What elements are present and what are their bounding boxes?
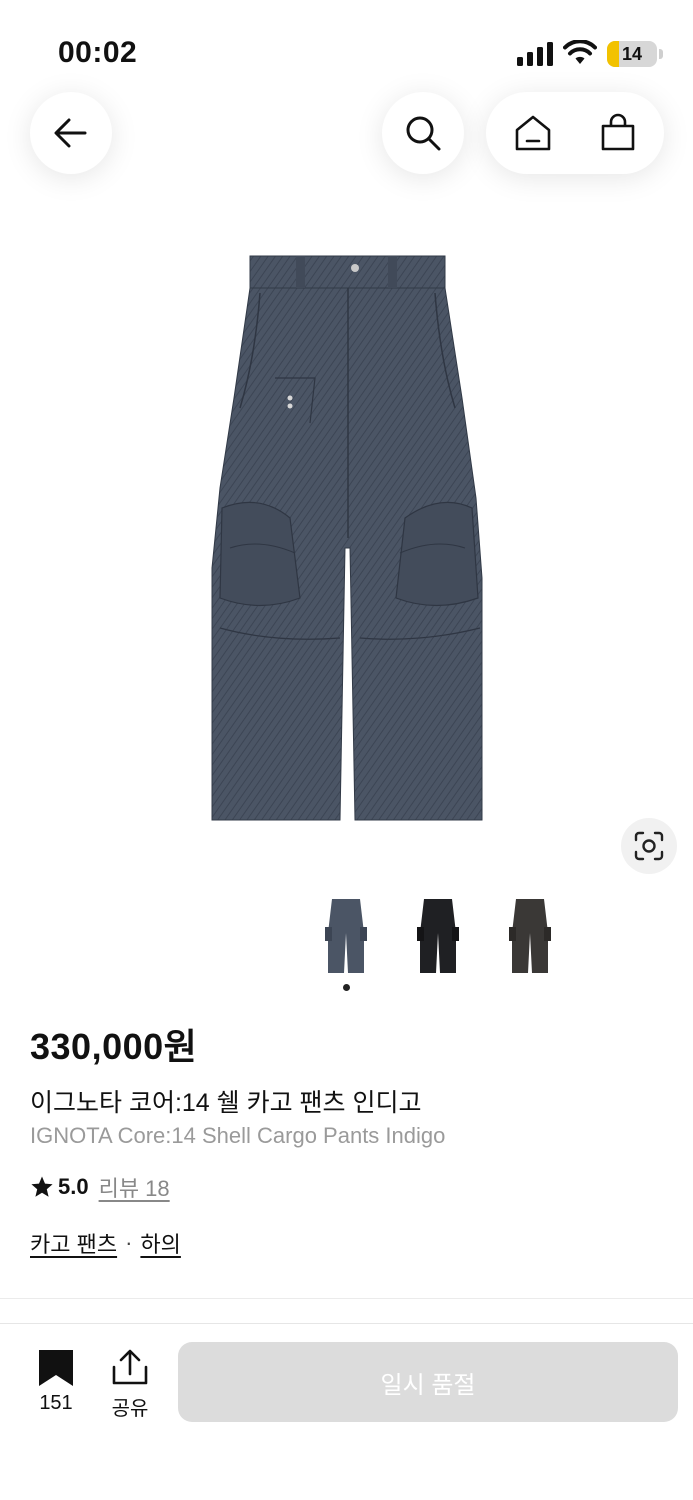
star-icon xyxy=(31,1176,53,1197)
home-cart-group xyxy=(486,92,664,174)
home-button[interactable] xyxy=(503,103,563,163)
battery-nub xyxy=(659,49,663,59)
visual-search-icon xyxy=(634,831,664,861)
category-separator: · xyxy=(125,1230,133,1255)
search-icon xyxy=(406,116,441,151)
product-title-english: IGNOTA Core:14 Shell Cargo Pants Indigo xyxy=(30,1123,446,1148)
rating-row: 5.0 리뷰 18 xyxy=(30,1172,170,1202)
shopping-bag-icon xyxy=(601,113,634,151)
product-price: 330,000원 xyxy=(30,1026,198,1067)
share-label: 공유 xyxy=(111,1398,149,1420)
sold-out-button[interactable]: 일시 품절 xyxy=(178,1342,678,1422)
back-button[interactable] xyxy=(30,92,112,174)
product-title-korean: 이그노타 코어:14 쉘 카고 팬츠 인디고 xyxy=(30,1089,422,1117)
indigo-denim-cargo-pants-image[interactable] xyxy=(200,248,495,833)
cellular-signal-icon xyxy=(517,42,553,66)
rating-value: 5.0 xyxy=(58,1174,89,1199)
bookmark-count: 151 xyxy=(39,1392,73,1414)
wifi-icon xyxy=(563,40,597,64)
status-time: 00:02 xyxy=(58,36,138,69)
section-divider xyxy=(0,1298,693,1299)
black-pants-thumbnail[interactable] xyxy=(408,893,468,977)
visual-search-button[interactable] xyxy=(621,818,677,874)
search-button[interactable] xyxy=(382,92,464,174)
thumbnail-strip xyxy=(0,893,693,983)
battery-icon: 14 xyxy=(607,41,657,67)
review-link[interactable]: 리뷰 18 xyxy=(99,1171,170,1203)
battery-level: 14 xyxy=(621,44,643,64)
status-bar: 00:02 14 xyxy=(0,0,693,100)
arrow-left-icon xyxy=(54,118,87,148)
category-link-cargo-pants[interactable]: 카고 팬츠 xyxy=(30,1227,117,1259)
category-link-bottoms[interactable]: 하의 xyxy=(140,1227,180,1259)
cart-button[interactable] xyxy=(588,103,648,163)
category-breadcrumb: 카고 팬츠 · 하의 xyxy=(30,1227,181,1259)
thumbnail-indicator-dot xyxy=(343,984,350,991)
home-icon xyxy=(515,115,550,151)
charcoal-pants-thumbnail[interactable] xyxy=(500,893,560,977)
indigo-pants-thumbnail[interactable] xyxy=(316,893,376,977)
